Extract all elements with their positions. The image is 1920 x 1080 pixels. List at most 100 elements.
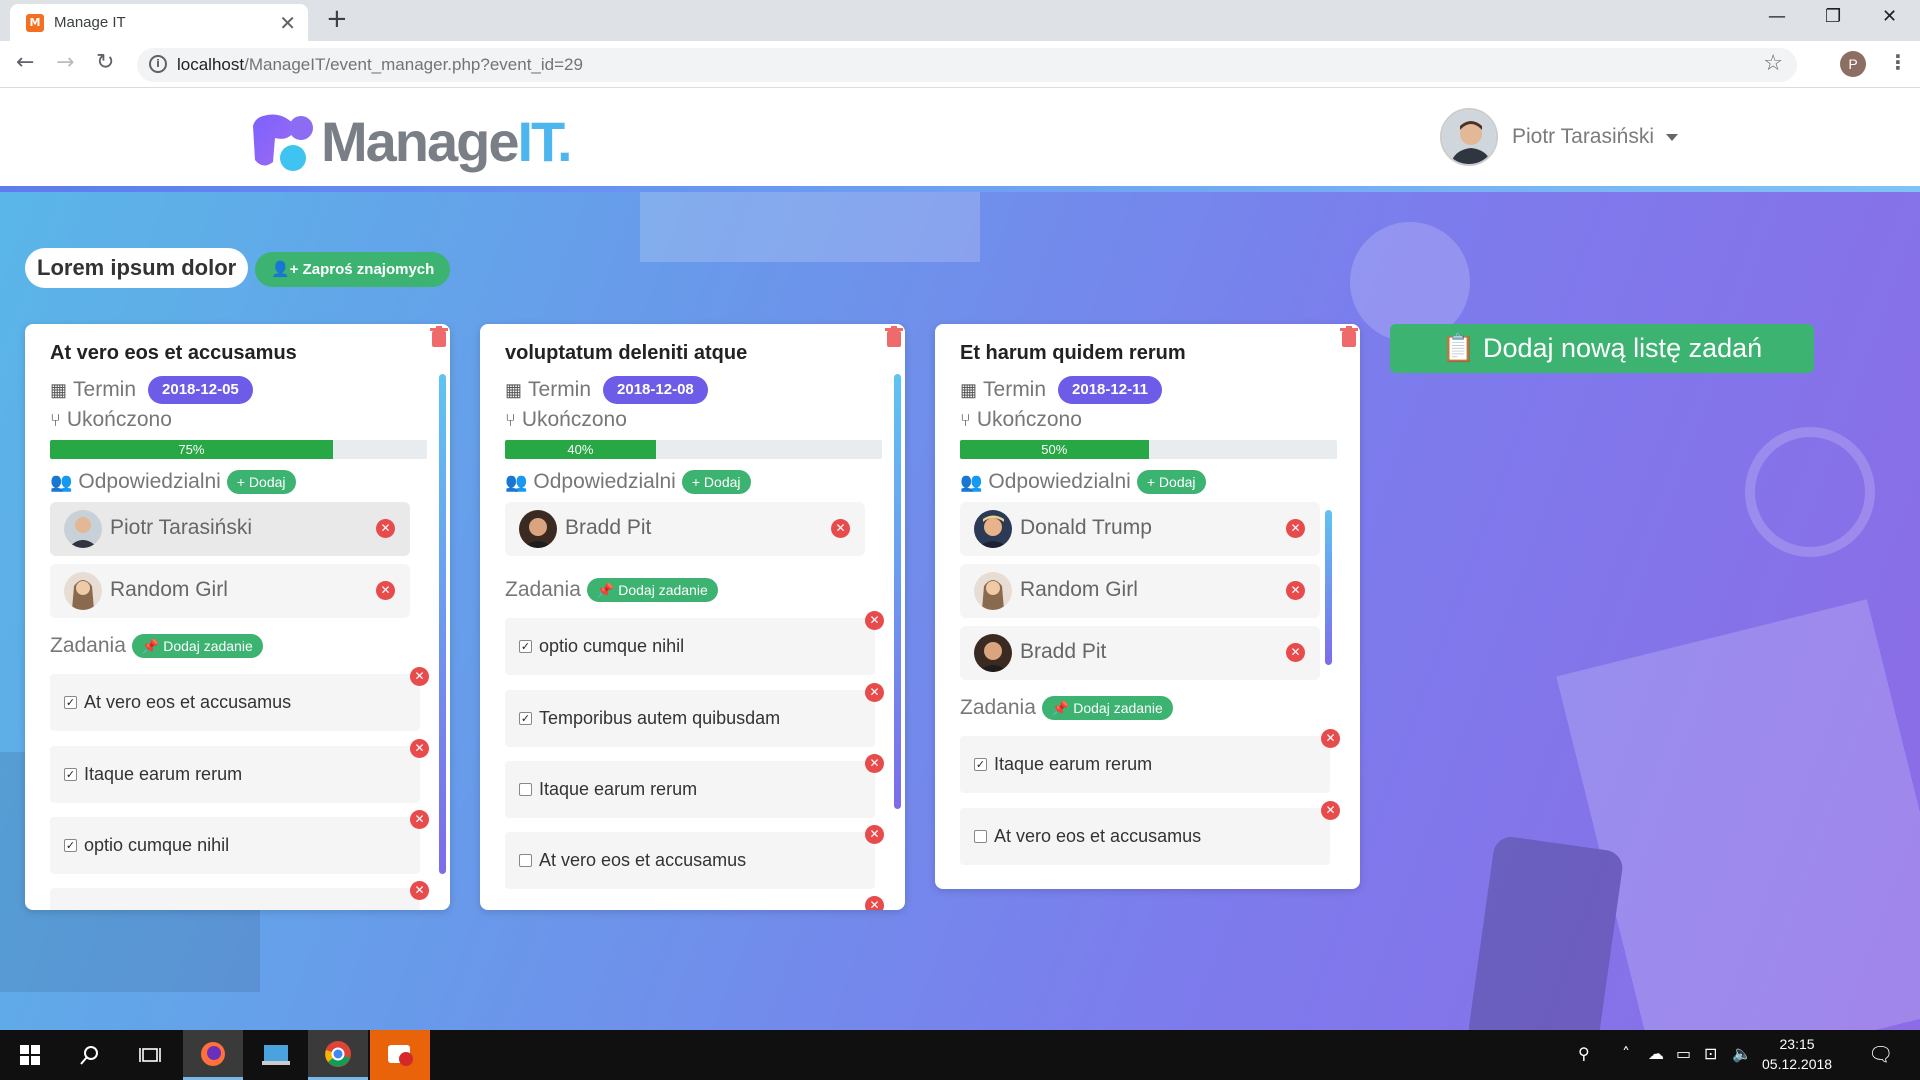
task-checkbox[interactable]: ✓: [64, 839, 77, 852]
add-task-list-button[interactable]: 📋 Dodaj nową listę zadań: [1390, 324, 1814, 373]
desktop-app-icon[interactable]: [246, 1030, 306, 1080]
browser-profile-avatar[interactable]: P: [1840, 51, 1866, 77]
person-name: Piotr Tarasiński: [110, 516, 252, 539]
volume-icon[interactable]: 🔈: [1732, 1044, 1752, 1063]
task-text: Itaque earum rerum: [994, 754, 1153, 774]
remove-task-icon[interactable]: ✕: [410, 667, 429, 686]
person-avatar: [64, 572, 102, 610]
notification-app-icon[interactable]: [370, 1030, 430, 1080]
responsible-row: 👥 Odpowiedzialni + Dodaj: [50, 470, 296, 494]
remove-task-icon[interactable]: ✕: [865, 825, 884, 844]
person-item[interactable]: Bradd Pit ✕: [505, 502, 865, 556]
deadline-label: Termin: [983, 378, 1047, 401]
card-scrollbar[interactable]: [439, 374, 446, 874]
remove-task-icon[interactable]: ✕: [410, 739, 429, 758]
battery-icon[interactable]: ▭: [1676, 1044, 1691, 1063]
chrome-icon[interactable]: [308, 1030, 368, 1080]
task-view-icon[interactable]: [120, 1030, 180, 1080]
window-close-icon[interactable]: ✕: [1882, 6, 1897, 27]
browser-menu-icon[interactable]: ⋮: [1888, 50, 1908, 74]
people-scrollbar[interactable]: [1325, 510, 1332, 665]
completed-row: ⑂ Ukończono: [50, 408, 172, 432]
minimize-icon[interactable]: —: [1768, 6, 1786, 27]
person-item[interactable]: Random Girl ✕: [960, 564, 1320, 618]
task-checkbox[interactable]: [519, 783, 532, 796]
task-text: At vero eos et accusamus: [539, 850, 747, 870]
remove-person-icon[interactable]: ✕: [376, 519, 395, 538]
remove-person-icon[interactable]: ✕: [831, 519, 850, 538]
deadline-row: ▦ Termin 2018-12-08: [505, 376, 708, 404]
forward-icon[interactable]: →: [56, 50, 74, 75]
person-item[interactable]: Donald Trump ✕: [960, 502, 1320, 556]
onedrive-icon[interactable]: ☁: [1648, 1044, 1664, 1063]
logo-text-main: Manage: [321, 109, 519, 173]
add-person-button[interactable]: + Dodaj: [681, 470, 751, 494]
restore-icon[interactable]: ❐: [1825, 6, 1841, 27]
deadline-label: Termin: [528, 378, 592, 401]
calendar-icon: ▦: [50, 379, 68, 400]
card-scrollbar[interactable]: [894, 374, 901, 809]
trash-icon[interactable]: [430, 326, 448, 348]
remove-task-icon[interactable]: ✕: [865, 611, 884, 630]
calendar-icon: ▦: [960, 379, 978, 400]
manageit-logo[interactable]: ManageIT.: [245, 106, 573, 176]
address-bar[interactable]: i localhost/ManageIT/event_manager.php?e…: [137, 48, 1797, 82]
task-checkbox[interactable]: ✓: [519, 640, 532, 653]
system-clock[interactable]: 23:15 05.12.2018: [1762, 1034, 1832, 1074]
task-checkbox[interactable]: ✓: [519, 712, 532, 725]
task-checkbox[interactable]: ✓: [64, 768, 77, 781]
user-menu[interactable]: Piotr Tarasiński: [1440, 108, 1678, 166]
person-item[interactable]: Random Girl ✕: [50, 564, 410, 618]
network-icon[interactable]: ⊡: [1704, 1044, 1717, 1063]
people-icon[interactable]: ⚲: [1578, 1044, 1590, 1063]
new-tab-button[interactable]: +: [326, 4, 348, 34]
remove-person-icon[interactable]: ✕: [1286, 519, 1305, 538]
list-title: Et harum quidem rerum: [960, 342, 1186, 364]
remove-task-icon[interactable]: ✕: [865, 754, 884, 773]
task-checkbox[interactable]: [974, 830, 987, 843]
person-name: Random Girl: [1020, 578, 1138, 601]
tab-close-icon[interactable]: ✕: [279, 11, 296, 35]
add-task-button[interactable]: 📌 Dodaj zadanie: [131, 634, 263, 658]
task-checkbox[interactable]: ✓: [974, 758, 987, 771]
bookmark-star-icon[interactable]: ☆: [1763, 51, 1783, 76]
reload-icon[interactable]: ↻: [96, 50, 114, 75]
remove-person-icon[interactable]: ✕: [1286, 643, 1305, 662]
invite-friends-button[interactable]: 👤+ Zaproś znajomych: [255, 252, 451, 287]
add-task-label: Dodaj zadanie: [163, 638, 253, 654]
remove-person-icon[interactable]: ✕: [1286, 581, 1305, 600]
browser-tab[interactable]: M Manage IT ✕: [10, 4, 308, 41]
windows-start-icon[interactable]: [0, 1030, 60, 1080]
add-task-button[interactable]: 📌 Dodaj zadanie: [1041, 696, 1173, 720]
trash-icon[interactable]: [1340, 326, 1358, 348]
remove-task-icon[interactable]: ✕: [865, 896, 884, 910]
trash-icon[interactable]: [885, 326, 903, 348]
add-person-button[interactable]: + Dodaj: [226, 470, 296, 494]
firefox-icon[interactable]: [183, 1030, 243, 1080]
task-item: ✓ Itaque earum rerum: [960, 736, 1330, 793]
remove-task-icon[interactable]: ✕: [1321, 729, 1340, 748]
add-person-button[interactable]: + Dodaj: [1136, 470, 1206, 494]
person-item[interactable]: Bradd Pit ✕: [960, 626, 1320, 680]
remove-task-icon[interactable]: ✕: [410, 810, 429, 829]
person-avatar: [519, 510, 557, 548]
remove-task-icon[interactable]: ✕: [865, 683, 884, 702]
add-person-label: Dodaj: [248, 474, 286, 490]
add-task-button[interactable]: 📌 Dodaj zadanie: [586, 578, 718, 602]
remove-task-icon[interactable]: ✕: [410, 881, 429, 900]
task-item-partial: [50, 888, 420, 910]
remove-task-icon[interactable]: ✕: [1321, 801, 1340, 820]
task-checkbox[interactable]: [519, 854, 532, 867]
person-name: Bradd Pit: [1020, 640, 1107, 663]
task-checkbox[interactable]: ✓: [64, 696, 77, 709]
back-icon[interactable]: ←: [16, 50, 34, 75]
person-item[interactable]: Piotr Tarasiński ✕: [50, 502, 410, 556]
remove-person-icon[interactable]: ✕: [376, 581, 395, 600]
chevron-up-icon[interactable]: ˄: [1622, 1044, 1630, 1063]
action-center-icon[interactable]: 🗨: [1868, 1042, 1893, 1066]
site-info-icon[interactable]: i: [149, 55, 167, 73]
search-icon[interactable]: [60, 1030, 120, 1080]
tasks-label: Zadania: [505, 578, 581, 601]
tasks-row: Zadania 📌 Dodaj zadanie: [960, 696, 1173, 720]
clipboard-icon: 📋: [1441, 333, 1483, 363]
